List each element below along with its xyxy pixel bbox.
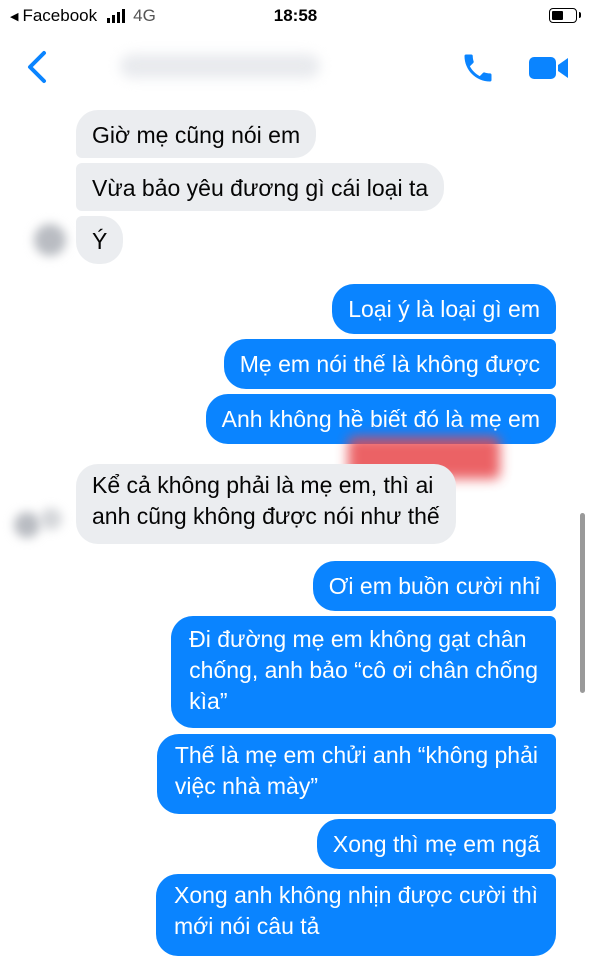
- phone-icon[interactable]: [460, 50, 496, 86]
- avatar[interactable]: [34, 224, 66, 256]
- message-line: việc nhà mày”: [174, 773, 319, 799]
- video-camera-icon[interactable]: [527, 52, 571, 84]
- status-bar: ◀ Facebook 4G 18:58: [0, 0, 591, 32]
- outgoing-message[interactable]: Loại ý là loại gì em: [332, 284, 556, 334]
- contact-name-redacted[interactable]: [120, 54, 320, 78]
- message-line: chống, anh bảo “cô ơi chân chống: [189, 657, 538, 683]
- chevron-left-icon[interactable]: [24, 50, 52, 84]
- outgoing-message[interactable]: Đi đường mẹ em không gạt chân chống, anh…: [171, 616, 556, 728]
- outgoing-message[interactable]: Thế là mẹ em chửi anh “không phải việc n…: [156, 734, 556, 814]
- message-text: Ý: [92, 228, 108, 254]
- outgoing-message[interactable]: Xong anh không nhịn được cười thì mới nó…: [155, 874, 556, 956]
- message-thread[interactable]: Giờ mẹ cũng nói em Vừa bảo yêu đương gì …: [0, 100, 591, 960]
- outgoing-message[interactable]: Xong thì mẹ em ngã: [316, 819, 556, 869]
- message-text: Ơi em buồn cười nhỉ: [328, 573, 540, 599]
- read-receipt: [40, 508, 62, 530]
- incoming-message[interactable]: Ý: [76, 216, 124, 264]
- message-text: Mẹ em nói thế là không được: [239, 351, 540, 377]
- incoming-message[interactable]: Kể cả không phải là mẹ em, thì ai anh cũ…: [76, 464, 456, 544]
- outgoing-message[interactable]: Ơi em buồn cười nhỉ: [312, 561, 556, 611]
- message-text: Loại ý là loại gì em: [348, 296, 540, 322]
- message-line: Kể cả không phải là mẹ em, thì ai: [92, 472, 434, 498]
- message-line: Thế là mẹ em chửi anh “không phải: [174, 742, 538, 768]
- message-text: Giờ mẹ cũng nói em: [92, 122, 301, 148]
- clock: 18:58: [273, 6, 318, 25]
- message-line: Đi đường mẹ em không gạt chân: [189, 626, 527, 652]
- outgoing-message[interactable]: Mẹ em nói thế là không được: [223, 339, 556, 389]
- message-line: Xong anh không nhịn được cười thì: [173, 882, 538, 908]
- incoming-message[interactable]: Giờ mẹ cũng nói em: [76, 110, 317, 158]
- battery-icon: [549, 8, 581, 23]
- scrollbar[interactable]: [580, 513, 585, 693]
- message-text: Anh không hề biết đó là mẹ em: [221, 406, 540, 432]
- chat-header: [0, 32, 591, 100]
- incoming-message[interactable]: Vừa bảo yêu đương gì cái loại ta: [76, 163, 445, 211]
- message-line: kìa”: [189, 688, 228, 714]
- message-text: Xong thì mẹ em ngã: [332, 831, 540, 857]
- message-text: Vừa bảo yêu đương gì cái loại ta: [92, 175, 429, 201]
- avatar[interactable]: [14, 512, 40, 538]
- message-line: anh cũng không được nói như thế: [92, 503, 440, 529]
- message-line: mới nói câu tả: [173, 913, 320, 939]
